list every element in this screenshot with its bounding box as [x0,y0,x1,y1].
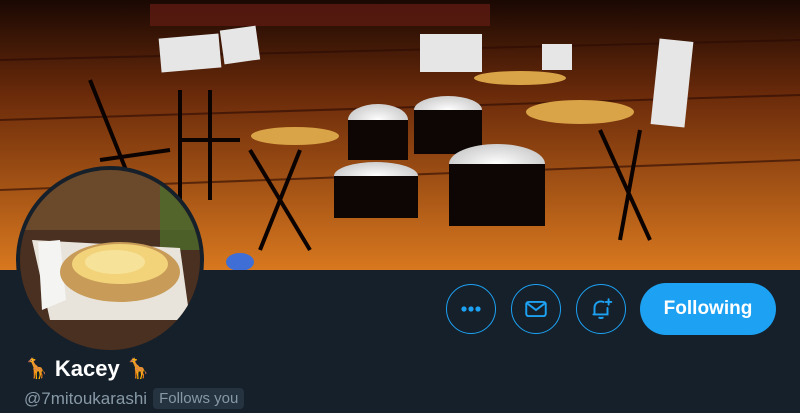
profile-handle-row: @7mitoukarashi Follows you [24,388,245,409]
follows-you-badge: Follows you [153,388,245,409]
user-handle: @7mitoukarashi [24,388,148,408]
notifications-button[interactable] [576,284,626,334]
display-name: Kacey [54,356,120,381]
following-button[interactable]: Following [640,283,776,335]
message-button[interactable] [511,284,561,334]
more-button[interactable] [446,284,496,334]
giraffe-emoji-right: 🦒 [125,358,151,380]
bell-plus-icon [592,298,613,319]
profile-avatar[interactable] [16,166,204,354]
giraffe-emoji-left: 🦒 [24,358,49,380]
following-label: Following [663,298,753,319]
profile-name-row: 🦒 Kacey 🦒 [24,356,151,382]
envelope-icon [525,300,547,318]
more-dots-icon [461,306,481,312]
avatar-image [20,170,200,350]
